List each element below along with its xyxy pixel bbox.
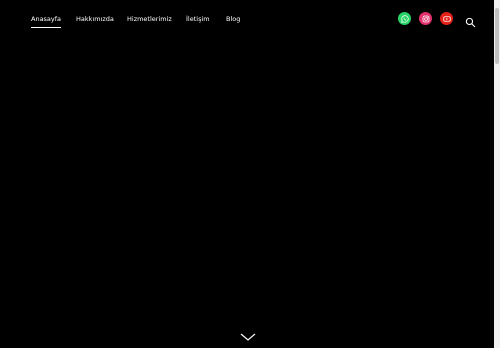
scrollbar-thumb[interactable] — [495, 8, 499, 64]
whatsapp-button[interactable] — [398, 12, 411, 25]
scrollbar[interactable] — [494, 0, 500, 348]
instagram-icon — [422, 15, 429, 22]
main-nav: Anasayfa Hakkımızda Hizmetlerimiz İletiş… — [0, 0, 460, 40]
youtube-button[interactable] — [440, 12, 453, 25]
nav-item-hizmetlerimiz[interactable]: Hizmetlerimiz — [127, 15, 172, 24]
scroll-down-arrow[interactable] — [494, 342, 500, 348]
nav-item-anasayfa[interactable]: Anasayfa — [31, 15, 62, 28]
search-icon — [465, 17, 476, 28]
whatsapp-icon — [400, 14, 409, 23]
search-button[interactable] — [465, 13, 476, 28]
nav-item-iletisim[interactable]: İletişim — [186, 15, 210, 24]
scroll-down-button[interactable] — [239, 328, 257, 341]
chevron-down-icon — [240, 333, 256, 341]
page: Anasayfa Hakkımızda Hizmetlerimiz İletiş… — [0, 0, 500, 348]
scroll-up-arrow[interactable] — [494, 0, 500, 14]
youtube-icon — [442, 15, 451, 22]
nav-item-blog[interactable]: Blog — [226, 15, 240, 24]
instagram-button[interactable] — [419, 12, 432, 25]
nav-item-hakkimizda[interactable]: Hakkımızda — [76, 15, 114, 24]
